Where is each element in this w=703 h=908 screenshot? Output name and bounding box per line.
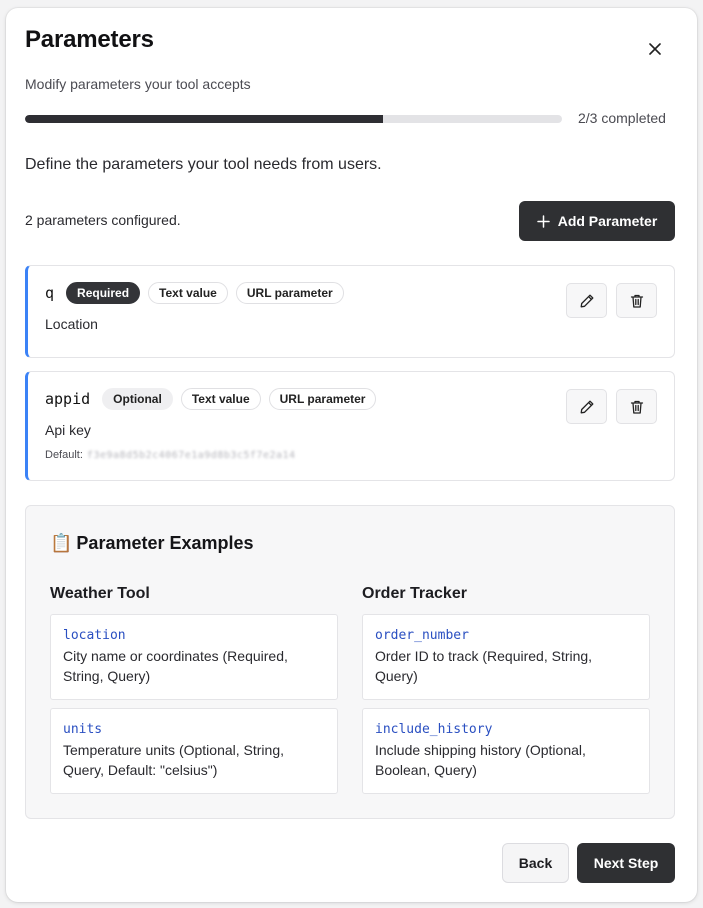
add-parameter-label: Add Parameter [557, 213, 658, 229]
parameters-count: 2 parameters configured. [25, 212, 181, 228]
edit-parameter-button[interactable] [566, 283, 607, 318]
example-code: units [63, 722, 103, 737]
close-button[interactable] [644, 38, 666, 60]
next-step-button[interactable]: Next Step [577, 843, 675, 883]
parameter-examples-panel: 📋 Parameter Examples Weather Tool Order … [25, 505, 675, 819]
add-parameter-button[interactable]: Add Parameter [519, 201, 675, 241]
parameter-description: Location [45, 316, 98, 332]
parameter-name: q [45, 284, 55, 302]
optional-badge: Optional [102, 388, 173, 410]
clipboard-icon: 📋 [50, 533, 73, 553]
pencil-icon [580, 400, 593, 413]
location-badge: URL parameter [268, 388, 377, 410]
parameter-card-q: q Required Text value URL parameter Loca… [25, 265, 675, 358]
progress-bar [25, 115, 562, 123]
type-badge: Text value [180, 388, 261, 410]
dialog-subtitle: Modify parameters your tool accepts [25, 76, 251, 92]
delete-parameter-button[interactable] [616, 283, 657, 318]
pencil-icon [580, 294, 593, 307]
default-value: f3e9a8d5b2c4067e1a9d8b3c5f7e2a14 [86, 449, 296, 461]
trash-icon [630, 400, 643, 414]
dialog-title: Parameters [25, 26, 154, 53]
parameter-default: Default: f3e9a8d5b2c4067e1a9d8b3c5f7e2a1… [45, 449, 296, 461]
example-card: location City name or coordinates (Requi… [50, 614, 338, 700]
example-description: Temperature units (Optional, String, Que… [63, 742, 284, 778]
example-column-title: Weather Tool [50, 585, 150, 602]
intro-text: Define the parameters your tool needs fr… [25, 156, 382, 173]
plus-icon [536, 214, 550, 228]
parameter-card-appid: appid Optional Text value URL parameter … [25, 371, 675, 481]
progress-fill [25, 115, 384, 123]
location-badge: URL parameter [235, 282, 344, 304]
example-code: order_number [375, 628, 469, 643]
default-label: Default: [45, 449, 83, 461]
close-icon [649, 43, 661, 55]
examples-title-text: Parameter Examples [76, 533, 254, 553]
required-badge: Required [66, 282, 141, 304]
type-badge: Text value [148, 282, 228, 304]
edit-parameter-button[interactable] [566, 389, 607, 424]
example-code: location [63, 628, 126, 643]
example-description: Include shipping history (Optional, Bool… [375, 742, 586, 778]
example-code: include_history [375, 722, 493, 737]
progress-label: 2/3 completed [578, 110, 666, 126]
back-button[interactable]: Back [502, 843, 569, 883]
parameter-description: Api key [45, 422, 91, 438]
example-description: City name or coordinates (Required, Stri… [63, 648, 288, 684]
delete-parameter-button[interactable] [616, 389, 657, 424]
parameter-name: appid [45, 390, 91, 408]
example-description: Order ID to track (Required, String, Que… [375, 648, 593, 684]
example-card: order_number Order ID to track (Required… [362, 614, 650, 700]
example-card: include_history Include shipping history… [362, 708, 650, 794]
trash-icon [630, 294, 643, 308]
example-column-title: Order Tracker [362, 585, 467, 602]
examples-title: 📋 Parameter Examples [50, 533, 254, 554]
example-card: units Temperature units (Optional, Strin… [50, 708, 338, 794]
parameters-dialog: Parameters Modify parameters your tool a… [6, 8, 697, 902]
